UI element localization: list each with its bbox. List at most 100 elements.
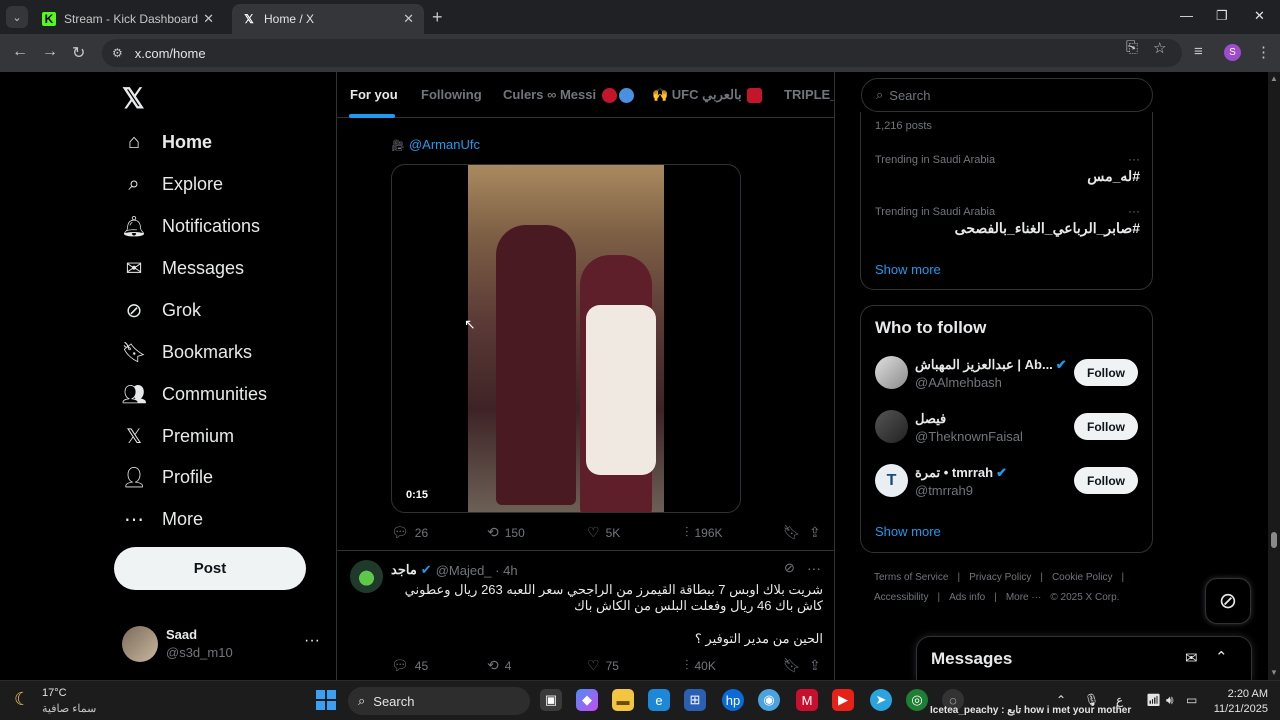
back-icon[interactable]: ← (12, 43, 28, 61)
battery-icon[interactable]: ▭ (1186, 693, 1197, 707)
cookie-link[interactable]: Cookie Policy (1052, 572, 1113, 583)
taskbar-search[interactable]: ⌕ Search (348, 687, 530, 715)
address-bar[interactable]: ⚙ x.com/home (102, 39, 1182, 67)
file-explorer-icon[interactable]: ▬ (612, 689, 634, 711)
close-tab-icon[interactable]: ✕ (403, 11, 414, 27)
repost-button[interactable]: ⟲ 4 (487, 657, 511, 674)
tab-triple-x[interactable]: TRIPLE_X (784, 87, 834, 102)
minimize-icon[interactable]: — (1180, 8, 1193, 23)
media-now-playing[interactable]: Icetea_peachy : تابع how i met your moth… (930, 705, 1131, 716)
maximize-icon[interactable]: ❐ (1216, 8, 1228, 24)
scroll-thumb[interactable] (1271, 532, 1277, 548)
credit-handle[interactable]: @ArmanUfc (409, 137, 480, 152)
nav-grok[interactable]: ⊘ Grok (122, 290, 201, 330)
follow-suggestion[interactable]: فيصل @TheknownFaisal Follow (875, 410, 1145, 446)
nav-profile[interactable]: 👤︎ Profile (121, 457, 213, 497)
site-info-icon[interactable]: ⚙ (112, 46, 123, 60)
trend-item[interactable]: Trending in Saudi Arabia ··· #له_مس (875, 152, 1140, 185)
views-button[interactable]: ⫶ 40K (685, 657, 716, 674)
like-button[interactable]: ♡ 75 (587, 657, 619, 674)
tab-following[interactable]: Following (421, 87, 482, 102)
nav-explore[interactable]: ⌕ Explore (122, 164, 223, 204)
trend-item[interactable]: Trending in Saudi Arabia ··· #صابر_الربا… (875, 204, 1140, 237)
page-scrollbar[interactable]: ▲ ▼ (1268, 72, 1280, 680)
bookmark-button[interactable]: 🔖︎ (783, 657, 807, 674)
nav-home[interactable]: ⌂ Home (122, 122, 212, 162)
tweet-time[interactable]: 4h (503, 563, 517, 578)
nav-more[interactable]: ⋯ More (122, 499, 203, 539)
browser-tab-kick[interactable]: K Stream - Kick Dashboard ✕ (32, 4, 224, 34)
reply-button[interactable]: 💬︎ 45 (391, 657, 428, 674)
grok-icon[interactable]: ⊘ (784, 560, 795, 576)
privacy-link[interactable]: Privacy Policy (969, 572, 1031, 583)
more-options-icon[interactable]: ··· (807, 560, 821, 576)
repost-button[interactable]: ⟲ 150 (487, 524, 525, 541)
account-switcher[interactable]: Saad @s3d_m10 ··· (122, 622, 322, 666)
telegram-icon[interactable]: ➤ (870, 689, 892, 711)
post-button[interactable]: Post (114, 547, 306, 590)
tweet[interactable]: ماجد ✔ @Majed_ · 4h ⊘ ··· شريت بلاك اوبس… (337, 550, 834, 680)
store-icon[interactable]: ⊞ (684, 689, 706, 711)
avatar[interactable] (350, 560, 383, 593)
window-close-icon[interactable]: ✕ (1254, 8, 1265, 24)
nav-communities[interactable]: 👥︎ Communities (121, 374, 267, 414)
windows-start-icon[interactable] (316, 690, 336, 710)
tab-culers-messi[interactable]: Culers ∞ Messi (503, 87, 634, 104)
profile-avatar[interactable]: S (1224, 44, 1241, 61)
terms-link[interactable]: Terms of Service (874, 572, 948, 583)
accessibility-link[interactable]: Accessibility (874, 592, 928, 603)
hp-icon[interactable]: hp (722, 689, 744, 711)
views-button[interactable]: ⫶ 196K (685, 524, 723, 541)
tweet-video[interactable]: 0:15 (391, 164, 741, 513)
more-link[interactable]: More ··· (1006, 592, 1042, 603)
forward-icon[interactable]: → (42, 43, 58, 61)
bookmark-button[interactable]: 🔖︎ (783, 524, 807, 541)
new-tab-icon[interactable]: + (432, 7, 443, 28)
scroll-up-icon[interactable]: ▲ (1270, 74, 1278, 83)
follow-button[interactable]: Follow (1074, 467, 1138, 494)
nav-bookmarks[interactable]: 🔖︎ Bookmarks (121, 332, 252, 372)
new-message-icon[interactable]: ✉ (1185, 649, 1198, 667)
like-button[interactable]: ♡ 5K (587, 524, 620, 541)
follow-suggestion[interactable]: T تمرة • tmrrah ✔ @tmrrah9 Follow (875, 464, 1145, 500)
nav-premium[interactable]: 𝕏 Premium (122, 416, 234, 456)
mcafee-icon[interactable]: M (796, 689, 818, 711)
share-button[interactable]: ⇪ (809, 657, 827, 674)
tab-ufc-arabic[interactable]: 🙌 UFC بالعربي (652, 87, 763, 104)
chrome-menu-icon[interactable]: ⋮ (1256, 43, 1271, 61)
video-credit[interactable]: 🎥︎ @ArmanUfc (391, 137, 480, 152)
bookmark-star-icon[interactable]: ☆ (1153, 39, 1166, 57)
youtube-icon[interactable]: ▶ (832, 689, 854, 711)
tab-for-you[interactable]: For you (350, 87, 398, 102)
nav-messages[interactable]: ✉ Messages (122, 248, 244, 288)
show-more-link[interactable]: Show more (875, 524, 941, 539)
follow-suggestion[interactable]: عبدالعزيز المهباش | Ab... ✔ @AAlmehbash F… (875, 356, 1145, 392)
scroll-down-icon[interactable]: ▼ (1270, 668, 1278, 677)
author-name[interactable]: ماجد (391, 562, 417, 578)
volume-icon[interactable]: 🔊︎ (1166, 693, 1174, 708)
wifi-icon[interactable]: 📶︎ (1146, 693, 1161, 707)
x-logo-icon[interactable]: 𝕏 (122, 82, 145, 115)
more-options-icon[interactable]: ··· (304, 632, 320, 650)
edge-icon[interactable]: e (648, 689, 670, 711)
reply-button[interactable]: 💬︎ 26 (391, 524, 428, 541)
chrome-icon[interactable]: ◎ (906, 689, 928, 711)
more-options-icon[interactable]: ··· (1128, 152, 1140, 166)
nav-notifications[interactable]: 🔔︎ Notifications (121, 206, 260, 246)
reload-icon[interactable]: ↻ (72, 43, 85, 63)
tab-search-button[interactable]: ⌄ (6, 6, 28, 28)
ads-info-link[interactable]: Ads info (949, 592, 985, 603)
copilot-icon[interactable]: ◆ (576, 689, 598, 711)
task-view-icon[interactable]: ▣ (540, 689, 562, 711)
system-clock[interactable]: 2:20 AM 11/21/2025 (1208, 687, 1268, 717)
expand-icon[interactable]: ⌃ (1215, 648, 1228, 666)
messages-drawer[interactable]: Messages ✉ ⌃ (916, 636, 1252, 680)
follow-button[interactable]: Follow (1074, 413, 1138, 440)
microphone-icon[interactable]: 🎙︎ (1084, 693, 1099, 707)
close-tab-icon[interactable]: ✕ (203, 11, 214, 27)
language-indicator[interactable]: ع (1116, 693, 1123, 707)
browser-tab-x[interactable]: 𝕏 Home / X ✕ (232, 4, 424, 34)
media-control-icon[interactable]: ≡ (1194, 43, 1203, 60)
follow-button[interactable]: Follow (1074, 359, 1138, 386)
show-more-link[interactable]: Show more (875, 262, 941, 277)
